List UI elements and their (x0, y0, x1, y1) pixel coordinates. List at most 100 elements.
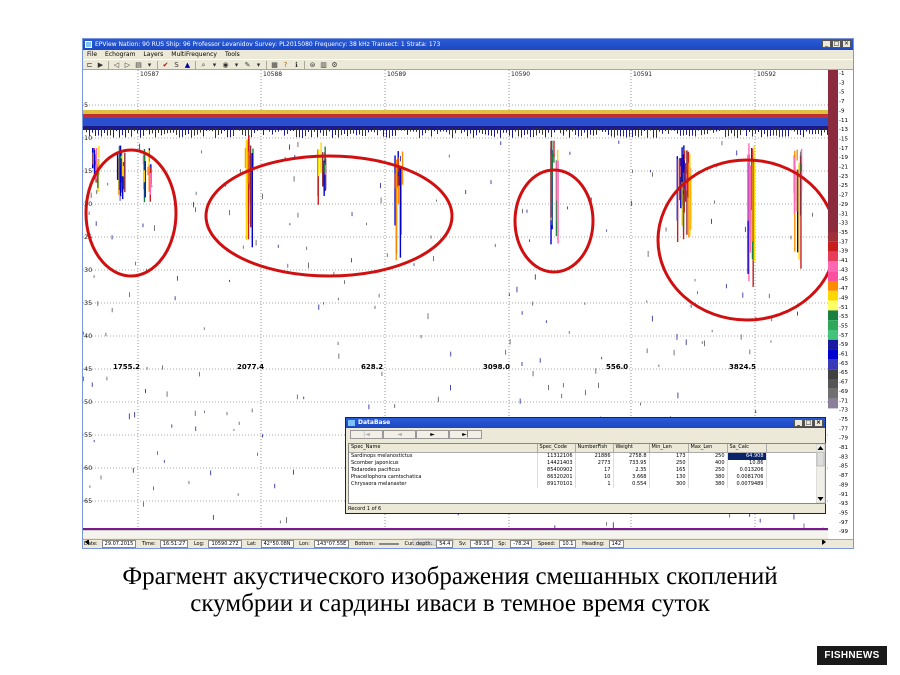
cell-sa-calc[interactable]: 0.013206 (727, 466, 767, 474)
noise-tick (719, 128, 720, 132)
dropdown-icon[interactable]: ▾ (145, 61, 154, 69)
noise-tick (131, 128, 132, 137)
depth-label: 50 (84, 398, 92, 406)
step-back-icon[interactable]: ◁ (112, 61, 121, 69)
table-row[interactable]: Todarodes pacificus 85400902 17 2.35 165… (349, 466, 825, 474)
cell-sa-calc[interactable]: 0.0079489 (727, 480, 767, 488)
horizontal-scrollbar[interactable] (83, 530, 828, 546)
table-row[interactable]: Chrysaora melanaster 89170101 1 0.554 30… (349, 480, 825, 488)
dropdown-icon[interactable]: ▾ (254, 61, 263, 69)
col-number-fish[interactable]: NumberFish (575, 444, 614, 453)
cell-spec-name[interactable]: Sardinops melanostictus (349, 452, 538, 460)
noise-tick (731, 128, 732, 134)
cell-min-len[interactable]: 300 (649, 480, 689, 488)
cell-number-fish[interactable]: 21886 (575, 452, 614, 460)
cell-spec-name[interactable]: Scomber japonicus (349, 459, 538, 467)
table-row[interactable]: Sardinops melanostictus 11312106 21886 2… (349, 452, 825, 460)
grid-icon[interactable]: ▥ (319, 61, 328, 69)
cell-number-fish[interactable]: 17 (575, 466, 614, 474)
play-icon[interactable]: ▶ (96, 61, 105, 69)
cell-max-len[interactable]: 380 (688, 480, 728, 488)
next-record-button[interactable]: ► (416, 430, 449, 439)
noise-tick (134, 128, 135, 132)
prev-record-button[interactable]: ◄ (383, 430, 416, 439)
cell-max-len[interactable]: 250 (688, 466, 728, 474)
table-row[interactable]: Scomber japonicus 14421403 2773 733.95 2… (349, 459, 825, 467)
menu-layers[interactable]: Layers (143, 50, 163, 59)
col-spec-code[interactable]: Spec_Code (537, 444, 576, 453)
help-icon[interactable]: ? (281, 61, 290, 69)
check-icon[interactable]: ✔ (161, 61, 170, 69)
cell-spec-code[interactable]: 14421403 (537, 459, 576, 467)
menu-tools[interactable]: Tools (225, 50, 240, 59)
cell-min-len[interactable]: 165 (649, 466, 689, 474)
dropdown-icon[interactable]: ▾ (210, 61, 219, 69)
menu-file[interactable]: File (87, 50, 97, 59)
noise-tick (737, 128, 738, 138)
cell-number-fish[interactable]: 1 (575, 480, 614, 488)
cell-min-len[interactable]: 130 (649, 473, 689, 481)
marker-icon[interactable]: ▲ (183, 61, 192, 69)
menu-multifrequency[interactable]: MultiFrequency (171, 50, 217, 59)
cell-sa-calc[interactable]: 0.0081706 (727, 473, 767, 481)
noise-tick (677, 128, 678, 134)
select-icon[interactable]: S (172, 61, 181, 69)
cell-max-len[interactable]: 250 (688, 452, 728, 460)
cell-sa-calc[interactable]: 10.86 (727, 459, 767, 467)
noise-tick (452, 128, 453, 138)
first-record-button[interactable]: |◄ (350, 430, 383, 439)
cell-spec-code[interactable]: 11312106 (537, 452, 576, 460)
close-button[interactable]: × (842, 40, 851, 48)
info-icon[interactable]: ℹ (292, 61, 301, 69)
cell-weight[interactable]: 3.668 (613, 473, 650, 481)
status-log-label: Log: (193, 541, 205, 547)
cell-sa-calc-selected[interactable]: 64.908 (727, 452, 767, 460)
cell-spec-name[interactable]: Chrysaora melanaster (349, 480, 538, 488)
database-icon[interactable]: ⊜ (308, 61, 317, 69)
cell-spec-code[interactable]: 85400902 (537, 466, 576, 474)
pen-icon[interactable]: ✎ (243, 61, 252, 69)
last-record-button[interactable]: ►| (449, 430, 482, 439)
col-weight[interactable]: Weight (613, 444, 650, 453)
cell-number-fish[interactable]: 2773 (575, 459, 614, 467)
cell-weight[interactable]: 2.35 (613, 466, 650, 474)
cell-weight[interactable]: 2758.8 (613, 452, 650, 460)
col-spec-name[interactable]: Spec_Name (349, 444, 538, 453)
cell-max-len[interactable]: 400 (688, 459, 728, 467)
cell-weight[interactable]: 0.554 (613, 480, 650, 488)
cell-weight[interactable]: 733.95 (613, 459, 650, 467)
grid-scrollbar[interactable] (816, 444, 825, 503)
noise-tick (380, 128, 381, 131)
open-folder-icon[interactable]: ⊏ (85, 61, 94, 69)
dropdown-icon[interactable]: ▾ (232, 61, 241, 69)
sa-value: 628.2 (361, 363, 383, 371)
col-sa-calc[interactable]: Sa_Calc (727, 444, 767, 453)
menu-echogram[interactable]: Echogram (105, 50, 135, 59)
report-icon[interactable]: ▦ (270, 61, 279, 69)
cell-max-len[interactable]: 380 (688, 473, 728, 481)
db-maximize-button[interactable]: □ (804, 419, 813, 427)
settings-icon[interactable]: ⚙ (330, 61, 339, 69)
noise-tick (464, 128, 465, 132)
cell-min-len[interactable]: 173 (649, 452, 689, 460)
cell-spec-code[interactable]: 89170101 (537, 480, 576, 488)
noise-tick (503, 128, 504, 133)
table-row[interactable]: Phacellophora camtschatica 86320201 10 3… (349, 473, 825, 481)
cell-spec-name[interactable]: Todarodes pacificus (349, 466, 538, 474)
status-time-label: Time: (141, 541, 156, 547)
db-minimize-button[interactable]: _ (794, 419, 803, 427)
step-forward-icon[interactable]: ▷ (123, 61, 132, 69)
species-grid[interactable]: Spec_Name Spec_Code NumberFish Weight Mi… (348, 443, 826, 504)
col-max-len[interactable]: Max_Len (688, 444, 728, 453)
cell-number-fish[interactable]: 10 (575, 473, 614, 481)
minimize-button[interactable]: _ (822, 40, 831, 48)
db-close-button[interactable]: × (814, 419, 823, 427)
col-min-len[interactable]: Min_Len (649, 444, 689, 453)
cell-spec-name[interactable]: Phacellophora camtschatica (349, 473, 538, 481)
layer-icon[interactable]: ▤ (134, 61, 143, 69)
palette-icon[interactable]: ◉ (221, 61, 230, 69)
cell-spec-code[interactable]: 86320201 (537, 473, 576, 481)
zoom-icon[interactable]: ⌕ (199, 61, 208, 69)
maximize-button[interactable]: □ (832, 40, 841, 48)
cell-min-len[interactable]: 250 (649, 459, 689, 467)
